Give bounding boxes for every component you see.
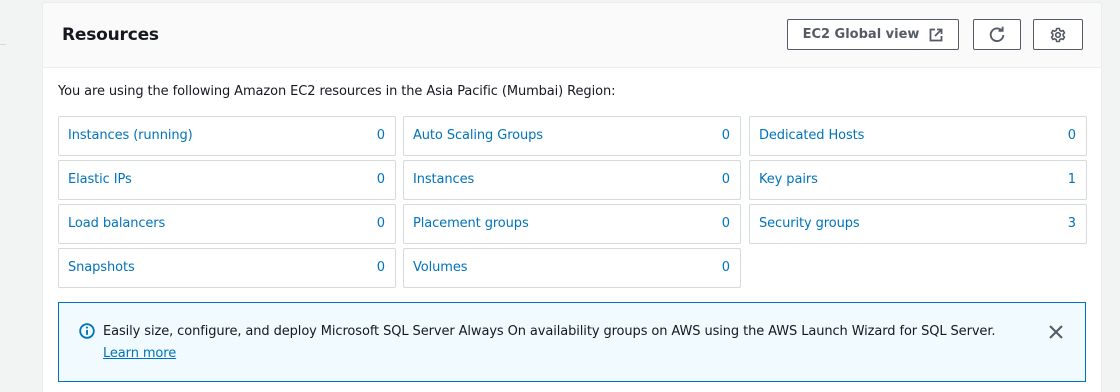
info-flashbar: Easily size, configure, and deploy Micro… (58, 302, 1086, 382)
resources-panel: Resources EC2 Global view You are using … (42, 2, 1102, 392)
resource-key-pairs[interactable]: Key pairs 1 (749, 160, 1087, 200)
resource-count[interactable]: 0 (377, 216, 385, 231)
page: Resources EC2 Global view You are using … (0, 0, 1120, 392)
refresh-button[interactable] (973, 19, 1021, 50)
resource-count[interactable]: 0 (377, 128, 385, 143)
info-icon (79, 323, 95, 343)
gear-icon (1049, 26, 1067, 44)
resource-count[interactable]: 0 (722, 128, 730, 143)
resource-name[interactable]: Snapshots (68, 260, 135, 275)
resource-count[interactable]: 0 (722, 172, 730, 187)
resource-count[interactable]: 0 (377, 172, 385, 187)
resource-load-balancers[interactable]: Load balancers 0 (58, 204, 396, 244)
resource-name[interactable]: Key pairs (759, 172, 818, 187)
external-link-icon (929, 28, 943, 42)
learn-more-link[interactable]: Learn more (103, 346, 176, 361)
flash-message-text: Easily size, configure, and deploy Micro… (103, 324, 996, 339)
resource-name[interactable]: Elastic IPs (68, 172, 132, 187)
resource-security-groups[interactable]: Security groups 3 (749, 204, 1087, 244)
resource-instances[interactable]: Instances 0 (403, 160, 741, 200)
resource-count[interactable]: 0 (722, 260, 730, 275)
resource-placement-groups[interactable]: Placement groups 0 (403, 204, 741, 244)
resource-name[interactable]: Volumes (413, 260, 468, 275)
resource-name[interactable]: Instances (running) (68, 128, 193, 143)
resource-count[interactable]: 1 (1068, 172, 1076, 187)
flash-message: Easily size, configure, and deploy Micro… (103, 321, 1033, 365)
resource-name[interactable]: Instances (413, 172, 474, 187)
divider (0, 44, 6, 45)
resource-volumes[interactable]: Volumes 0 (403, 248, 741, 288)
left-sidebar-edge (0, 0, 2, 392)
resource-instances-running[interactable]: Instances (running) 0 (58, 116, 396, 156)
resource-name[interactable]: Security groups (759, 216, 860, 231)
resource-count[interactable]: 0 (377, 260, 385, 275)
resources-intro-text: You are using the following Amazon EC2 r… (58, 84, 616, 99)
ec2-global-view-button[interactable]: EC2 Global view (787, 19, 959, 50)
resource-count[interactable]: 3 (1068, 216, 1076, 231)
close-icon[interactable] (1045, 321, 1067, 343)
resource-auto-scaling-groups[interactable]: Auto Scaling Groups 0 (403, 116, 741, 156)
resource-name[interactable]: Placement groups (413, 216, 529, 231)
resource-count[interactable]: 0 (722, 216, 730, 231)
resource-elastic-ips[interactable]: Elastic IPs 0 (58, 160, 396, 200)
panel-header: Resources EC2 Global view (43, 3, 1101, 68)
resource-name[interactable]: Auto Scaling Groups (413, 128, 543, 143)
resource-count[interactable]: 0 (1068, 128, 1076, 143)
resource-name[interactable]: Dedicated Hosts (759, 128, 864, 143)
resource-name[interactable]: Load balancers (68, 216, 165, 231)
settings-button[interactable] (1033, 19, 1083, 50)
ec2-global-view-label: EC2 Global view (802, 27, 920, 42)
resource-snapshots[interactable]: Snapshots 0 (58, 248, 396, 288)
panel-title: Resources (62, 25, 159, 45)
resource-dedicated-hosts[interactable]: Dedicated Hosts 0 (749, 116, 1087, 156)
refresh-icon (988, 26, 1006, 44)
